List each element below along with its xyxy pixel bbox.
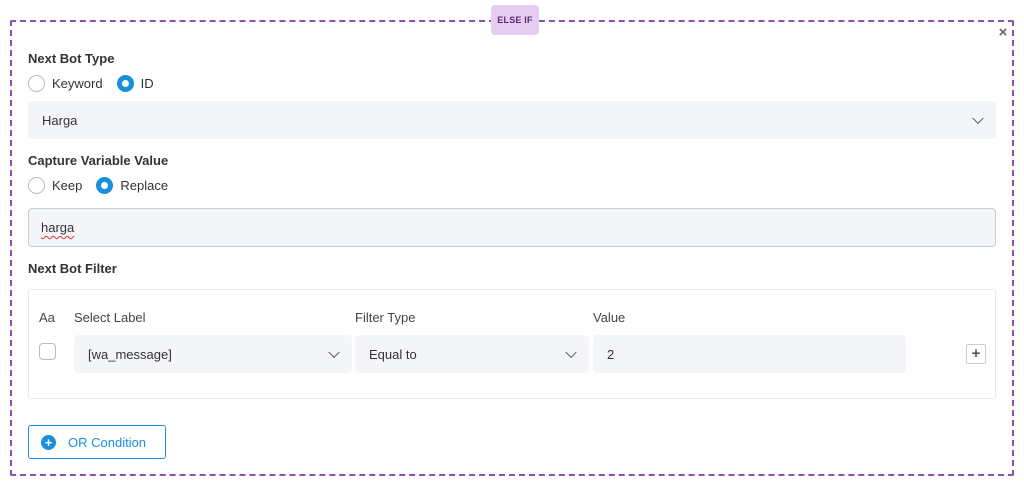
select-label-dropdown[interactable]: [wa_message] [74, 335, 352, 373]
capture-variable-input[interactable]: harga [28, 208, 996, 247]
close-icon[interactable]: × [994, 24, 1012, 42]
chevron-down-icon [972, 112, 984, 125]
select-label-value: [wa_message] [88, 346, 172, 362]
radio-keyword[interactable]: Keyword [28, 75, 103, 92]
radio-replace-circle[interactable] [96, 177, 114, 194]
capture-variable-radio-group: Keep Replace [28, 177, 182, 194]
column-header-value: Value [593, 310, 626, 325]
filter-type-value: Equal to [369, 346, 417, 362]
next-bot-type-radio-group: Keyword ID [28, 75, 168, 92]
next-bot-select-value: Harga [42, 112, 78, 128]
column-header-aa: Aa [39, 310, 55, 325]
next-bot-type-label: Next Bot Type [28, 51, 115, 66]
radio-id[interactable]: ID [116, 75, 154, 92]
add-filter-button[interactable]: + [966, 344, 986, 364]
radio-replace-label: Replace [120, 178, 169, 193]
radio-id-circle[interactable] [116, 75, 134, 92]
radio-replace[interactable]: Replace [96, 177, 168, 194]
case-sensitive-checkbox[interactable] [39, 343, 56, 360]
or-condition-button[interactable]: + OR Condition [28, 425, 166, 459]
else-if-badge: ELSE IF [491, 5, 539, 35]
next-bot-filter-label: Next Bot Filter [28, 261, 117, 276]
filter-type-dropdown[interactable]: Equal to [355, 335, 589, 373]
capture-variable-input-value: harga [41, 220, 75, 235]
column-header-select-label: Select Label [74, 310, 146, 325]
column-header-filter-type: Filter Type [355, 310, 416, 325]
chevron-down-icon [565, 346, 577, 359]
next-bot-select[interactable]: Harga [28, 101, 996, 139]
capture-variable-label: Capture Variable Value [28, 153, 169, 168]
filter-value: 2 [607, 346, 615, 362]
or-condition-label: OR Condition [68, 434, 147, 450]
radio-keep-circle[interactable] [28, 177, 45, 194]
filter-value-input[interactable]: 2 [593, 335, 906, 373]
plus-circle-icon: + [41, 434, 56, 450]
radio-keyword-circle[interactable] [28, 75, 45, 92]
filter-table: Aa Select Label Filter Type Value [wa_me… [28, 289, 996, 399]
radio-keep-label: Keep [52, 178, 83, 193]
radio-keep[interactable]: Keep [28, 177, 82, 194]
radio-id-label: ID [140, 76, 154, 91]
chevron-down-icon [328, 346, 340, 359]
radio-keyword-label: Keyword [52, 76, 103, 91]
